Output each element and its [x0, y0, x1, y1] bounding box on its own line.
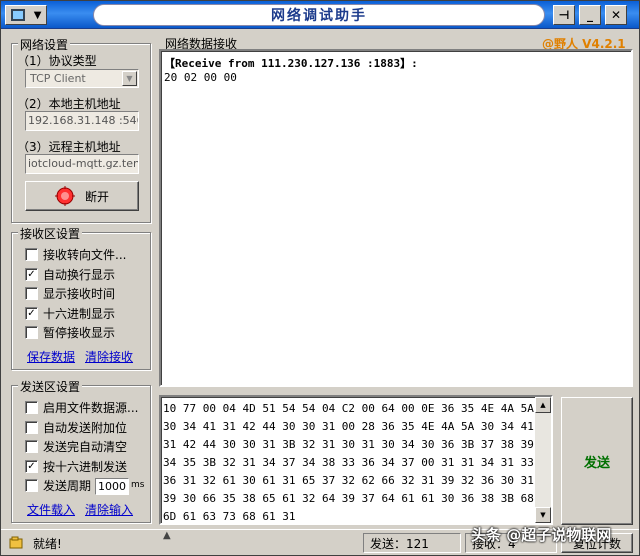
disconnect-button[interactable]: 断开: [25, 181, 139, 211]
send-settings-title: 发送区设置: [18, 378, 83, 395]
send-option-label: 发送周期: [43, 479, 92, 494]
close-button[interactable]: ✕: [605, 5, 627, 25]
send-option-label: 发送完自动清空: [43, 440, 128, 455]
send-option-4[interactable]: 发送周期: [25, 477, 91, 494]
receive-line-data: 20 02 00 00: [164, 71, 237, 84]
receive-option-0[interactable]: 接收转向文件...: [25, 246, 126, 263]
send-text-area[interactable]: 10 77 00 04 4D 51 54 54 04 C2 00 64 00 0…: [159, 395, 553, 525]
send-text-content: 10 77 00 04 4D 51 54 54 04 C2 00 64 00 0…: [163, 402, 534, 523]
send-option-2[interactable]: 发送完自动清空: [25, 438, 127, 455]
receive-line-header: 【Receive from 111.230.127.136 :1883】:: [164, 57, 418, 70]
checkbox[interactable]: [25, 287, 38, 301]
protocol-value: TCP Client: [30, 72, 86, 85]
checkbox[interactable]: ✓: [25, 267, 38, 281]
file-load-link[interactable]: 文件载入: [27, 501, 75, 518]
window-title: 网络调试助手: [93, 4, 545, 26]
stop-icon: [54, 186, 75, 206]
local-address-label: （2）本地主机地址: [17, 97, 121, 111]
receive-option-4[interactable]: 暂停接收显示: [25, 324, 115, 341]
protocol-select[interactable]: TCP Client ▼: [25, 69, 139, 88]
resize-grip-icon: ▲: [163, 530, 171, 541]
send-period-unit: ms: [131, 480, 145, 490]
remote-address-field[interactable]: iotcloud-mqtt.gz.tencentdevices.com: [25, 154, 139, 174]
clear-input-link[interactable]: 清除输入: [85, 501, 133, 518]
send-period-input[interactable]: 1000: [95, 478, 129, 495]
receive-option-3[interactable]: ✓ 十六进制显示: [25, 305, 115, 322]
status-icon: [9, 536, 23, 549]
checkbox[interactable]: ✓: [25, 306, 38, 320]
checkbox[interactable]: [25, 479, 38, 493]
checkbox[interactable]: [25, 326, 38, 340]
send-option-label: 启用文件数据源...: [43, 401, 139, 415]
checkbox[interactable]: [25, 420, 38, 434]
checkbox[interactable]: [25, 401, 38, 414]
receive-option-label: 接收转向文件...: [43, 248, 127, 262]
chevron-down-icon[interactable]: ▼: [122, 71, 137, 86]
system-menu-button[interactable]: ▼: [5, 5, 47, 25]
network-settings-title: 网络设置: [18, 36, 71, 53]
receive-option-label: 十六进制显示: [43, 306, 116, 321]
close-icon: ✕: [610, 8, 622, 22]
status-ready: 就绪!: [33, 537, 62, 551]
app-icon: [10, 9, 25, 21]
receive-option-label: 显示接收时间: [43, 287, 116, 302]
send-option-1[interactable]: 自动发送附加位: [25, 419, 127, 436]
send-option-0[interactable]: 启用文件数据源...: [25, 399, 138, 416]
sent-count: 发送：121: [363, 533, 461, 553]
app-window: ▼ 网络调试助手 ⊣ _ ✕ 网络设置 （1）协议类型 TCP Client ▼…: [0, 0, 640, 556]
receive-option-2[interactable]: 显示接收时间: [25, 285, 115, 302]
receive-text-area[interactable]: 【Receive from 111.230.127.136 :1883】: 20…: [159, 49, 633, 387]
status-bar: 就绪! ▲ 发送：121 接收：4 复位计数 头条 @超子说物联网: [1, 526, 639, 555]
receive-option-label: 自动换行显示: [43, 267, 116, 282]
receive-settings-title: 接收区设置: [18, 225, 83, 242]
chevron-down-icon: ▼: [33, 9, 42, 21]
send-option-label: 按十六进制发送: [43, 459, 128, 474]
title-bar: ▼ 网络调试助手 ⊣ _ ✕: [1, 1, 639, 29]
clear-receive-link[interactable]: 清除接收: [85, 348, 133, 365]
scroll-down-icon[interactable]: ▼: [535, 507, 551, 523]
scroll-up-icon[interactable]: ▲: [535, 397, 551, 413]
local-address-field[interactable]: 192.168.31.148 :54653: [25, 111, 139, 131]
checkbox[interactable]: [25, 248, 38, 261]
protocol-label: （1）协议类型: [17, 54, 97, 68]
checkbox[interactable]: ✓: [25, 459, 38, 473]
receive-option-1[interactable]: ✓ 自动换行显示: [25, 266, 115, 283]
send-button[interactable]: 发送: [561, 397, 633, 525]
reset-count-button[interactable]: 复位计数: [561, 533, 633, 553]
remote-address-label: （3）远程主机地址: [17, 140, 121, 154]
disconnect-label: 断开: [84, 189, 109, 204]
minimize-icon: _: [587, 8, 593, 22]
checkbox[interactable]: [25, 440, 38, 454]
receive-count: 接收：4: [465, 533, 557, 553]
pin-button[interactable]: ⊣: [553, 5, 575, 25]
minimize-button[interactable]: _: [579, 5, 601, 25]
pin-icon: ⊣: [558, 8, 570, 22]
save-data-link[interactable]: 保存数据: [27, 348, 75, 365]
send-scrollbar[interactable]: ▲ ▼: [535, 397, 551, 523]
receive-option-label: 暂停接收显示: [43, 326, 116, 341]
send-option-3[interactable]: ✓ 按十六进制发送: [25, 458, 127, 475]
send-option-label: 自动发送附加位: [43, 420, 128, 435]
